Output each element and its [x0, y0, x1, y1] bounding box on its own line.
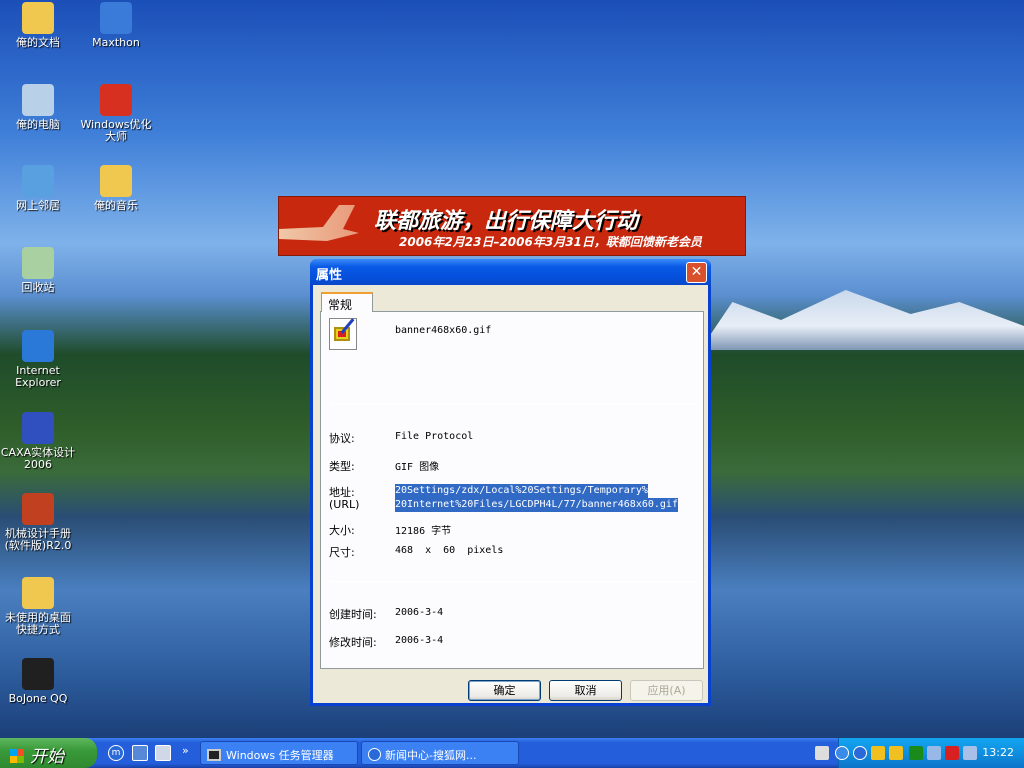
desktop-icon[interactable]: 机械设计手册(软件版)R2.0 [0, 493, 76, 552]
computer-icon [22, 84, 54, 116]
apply-button[interactable]: 应用(A) [630, 680, 703, 701]
divider [329, 581, 697, 582]
clock[interactable]: 13:22 [982, 746, 1014, 759]
taskbar: 开始 m » Windows 任务管理器 新闻中心-搜狐网... 13:22 [0, 738, 1024, 768]
tab-general[interactable]: 常规 [321, 292, 373, 312]
banner-headline: 联都旅游，出行保障大行动 [374, 209, 639, 234]
address-line-1[interactable]: 20Settings/zdx/Local%20Settings/Temporar… [395, 484, 648, 498]
desktop-icon[interactable]: Windows优化大师 [78, 84, 154, 143]
desktop-icon[interactable]: 俺的文档 [0, 2, 76, 49]
task-button-sohu[interactable]: 新闻中心-搜狐网... [361, 741, 519, 765]
maxthon-icon [100, 2, 132, 34]
ie-icon [22, 330, 54, 362]
start-button[interactable]: 开始 [0, 738, 97, 768]
desktop-icon-label: BoJone QQ [8, 692, 68, 705]
desktop-icon[interactable]: CAXA实体设计2006 [0, 412, 76, 471]
folder-icon [22, 577, 54, 609]
optimizer-icon [100, 84, 132, 116]
dimensions-label: 尺寸: [329, 546, 355, 559]
dimensions-value: 468 x 60 pixels [395, 545, 504, 556]
qq-icon [22, 658, 54, 690]
task-label: Windows 任务管理器 [226, 749, 334, 762]
desktop-icon[interactable]: Maxthon [78, 2, 154, 49]
desktop-icon-label: CAXA实体设计2006 [0, 446, 76, 471]
desktop-icon[interactable]: Internet Explorer [0, 330, 76, 389]
desktop-icon-label: Maxthon [92, 36, 140, 49]
windows-logo-icon [10, 749, 24, 763]
app-quicklaunch-icon[interactable] [155, 745, 171, 761]
collapse-tray-icon[interactable] [835, 746, 849, 760]
desktop: 俺的文档 Maxthon 俺的电脑 Windows优化大师网上邻居 俺的音乐回收站 Int… [0, 0, 1024, 738]
ok-button[interactable]: 确定 [468, 680, 541, 701]
type-value: GIF 图像 [395, 462, 440, 473]
task-label: 新闻中心-搜狐网... [385, 749, 477, 762]
plane-graphic [279, 205, 359, 241]
desktop-icon[interactable]: 网上邻居 [0, 165, 76, 212]
filename: banner468x60.gif [395, 325, 492, 336]
close-button[interactable]: ✕ [686, 262, 707, 283]
modified-label: 修改时间: [329, 636, 377, 649]
divider [329, 404, 697, 405]
created-label: 创建时间: [329, 608, 377, 621]
address-line-2[interactable]: 20Internet%20Files/LGCDPH4L/77/banner468… [395, 498, 678, 512]
firewall-quicklaunch-icon[interactable] [132, 745, 148, 761]
desktop-icon-label: 未使用的桌面快捷方式 [5, 611, 71, 636]
system-tray: 13:22 [815, 738, 1024, 768]
maxthon-icon [368, 748, 381, 761]
type-label: 类型: [329, 460, 355, 473]
size-value: 12186 字节 [395, 526, 452, 537]
banner-image: 联都旅游，出行保障大行动 2006年2月23日–2006年3月31日，联都回馈新… [278, 196, 746, 256]
desktop-icon[interactable]: 俺的音乐 [78, 165, 154, 212]
desktop-icon-label: 俺的音乐 [94, 199, 138, 212]
antivirus-tray-icon[interactable] [945, 746, 959, 760]
maxthon-quicklaunch-icon[interactable]: m [108, 745, 124, 761]
quicklaunch-more[interactable]: » [182, 744, 189, 757]
task-button-task-manager[interactable]: Windows 任务管理器 [200, 741, 358, 765]
network-icon [22, 165, 54, 197]
firewall-tray-icon[interactable] [963, 746, 977, 760]
desktop-icon[interactable]: 未使用的桌面快捷方式 [0, 577, 76, 636]
desktop-icon-label: Windows优化大师 [80, 118, 152, 143]
protocol-value: File Protocol [395, 431, 474, 442]
desktop-icon[interactable]: 回收站 [0, 247, 76, 294]
network-tray-icon[interactable] [927, 746, 941, 760]
desktop-icon[interactable]: BoJone QQ [0, 658, 76, 705]
cancel-button[interactable]: 取消 [549, 680, 622, 701]
desktop-icon[interactable]: 俺的电脑 [0, 84, 76, 131]
desktop-icon-label: 网上邻居 [16, 199, 60, 212]
desktop-icon-label: 机械设计手册(软件版)R2.0 [4, 527, 72, 552]
desktop-icon-label: 回收站 [21, 281, 55, 294]
desktop-icon-label: 俺的文档 [16, 36, 60, 49]
recycle-bin-icon [22, 247, 54, 279]
size-label: 大小: [329, 524, 355, 537]
address-label-url: (URL) [329, 498, 360, 511]
maxthon-tray-icon[interactable] [853, 746, 867, 760]
keyboard-icon[interactable] [815, 746, 829, 760]
protocol-label: 协议: [329, 432, 355, 445]
desktop-icon-label: 俺的电脑 [16, 118, 60, 131]
dialog-title[interactable]: 属性 [310, 259, 711, 285]
books-icon [22, 493, 54, 525]
general-panel: banner468x60.gif 协议: File Protocol 类型: G… [320, 311, 704, 669]
gif-file-icon [329, 318, 357, 350]
caxa-icon [22, 412, 54, 444]
desktop-icon-label: Internet Explorer [15, 364, 61, 389]
start-label: 开始 [30, 747, 64, 767]
music-folder-icon [100, 165, 132, 197]
qq-tray-icon[interactable] [889, 746, 903, 760]
qq-tray-icon[interactable] [871, 746, 885, 760]
modified-value: 2006-3-4 [395, 635, 444, 646]
folder-icon [22, 2, 54, 34]
created-value: 2006-3-4 [395, 607, 444, 618]
monitor-tray-icon[interactable] [909, 746, 923, 760]
banner-subline: 2006年2月23日–2006年3月31日，联都回馈新老会员 [399, 235, 702, 249]
properties-dialog: 属性 ✕ 常规 banner468x60.gif 协议: File Protoc… [310, 259, 711, 706]
monitor-icon [207, 749, 221, 761]
